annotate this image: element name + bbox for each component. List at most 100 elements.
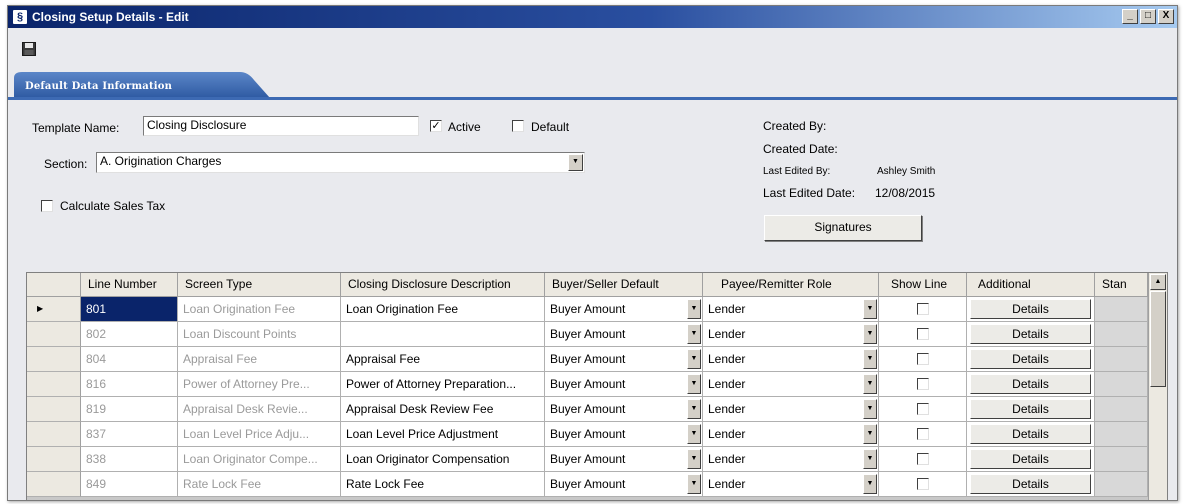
description-cell[interactable]: Appraisal Fee	[341, 347, 545, 372]
details-button[interactable]: Details	[970, 374, 1091, 394]
payee-remitter-select[interactable]: Lender ▼	[703, 322, 879, 347]
minimize-button[interactable]: _	[1122, 9, 1138, 24]
description-cell[interactable]: Loan Level Price Adjustment	[341, 422, 545, 447]
column-header-description[interactable]: Closing Disclosure Description	[341, 273, 545, 297]
standard-cell[interactable]	[1095, 322, 1148, 347]
column-header-additional[interactable]: Additional	[967, 273, 1095, 297]
buyer-seller-select[interactable]: Buyer Amount ▼	[545, 322, 703, 347]
triangle-down-icon[interactable]: ▼	[863, 299, 877, 319]
tab-default-data-information[interactable]: Default Data Information	[25, 81, 172, 92]
screen-type-cell[interactable]: Loan Originator Compe...	[178, 447, 341, 472]
standard-cell[interactable]	[1095, 297, 1148, 322]
line-number-cell[interactable]: 804	[81, 347, 178, 372]
column-header-screen-type[interactable]: Screen Type	[178, 273, 341, 297]
buyer-seller-select[interactable]: Buyer Amount ▼	[545, 422, 703, 447]
buyer-seller-select[interactable]: Buyer Amount ▼	[545, 447, 703, 472]
payee-remitter-select[interactable]: Lender ▼	[703, 447, 879, 472]
default-checkbox[interactable]	[512, 120, 524, 132]
column-header-payee-remitter-role[interactable]: Payee/Remitter Role	[703, 273, 879, 297]
vertical-scrollbar[interactable]: ▲	[1148, 273, 1167, 500]
column-header-buyer-seller-default[interactable]: Buyer/Seller Default	[545, 273, 703, 297]
triangle-down-icon[interactable]: ▼	[863, 474, 877, 494]
floppy-disk-icon[interactable]	[22, 42, 36, 56]
payee-remitter-select[interactable]: Lender ▼	[703, 372, 879, 397]
payee-remitter-select[interactable]: Lender ▼	[703, 422, 879, 447]
screen-type-cell[interactable]: Loan Level Price Adju...	[178, 422, 341, 447]
triangle-down-icon[interactable]: ▼	[568, 154, 583, 171]
signatures-button[interactable]: Signatures	[764, 215, 922, 241]
buyer-seller-select[interactable]: Buyer Amount ▼	[545, 372, 703, 397]
description-cell[interactable]: Loan Originator Compensation	[341, 447, 545, 472]
line-number-cell[interactable]: 802	[81, 322, 178, 347]
standard-cell[interactable]	[1095, 397, 1148, 422]
buyer-seller-select[interactable]: Buyer Amount ▼	[545, 347, 703, 372]
row-selector[interactable]	[27, 397, 81, 422]
show-line-checkbox[interactable]	[916, 353, 929, 365]
triangle-down-icon[interactable]: ▼	[687, 349, 701, 369]
buyer-seller-select[interactable]: Buyer Amount ▼	[545, 397, 703, 422]
line-number-cell[interactable]: 837	[81, 422, 178, 447]
line-number-cell[interactable]: 838	[81, 447, 178, 472]
show-line-checkbox[interactable]	[916, 378, 929, 390]
line-number-cell[interactable]: 801	[81, 297, 178, 322]
details-button[interactable]: Details	[970, 299, 1091, 319]
triangle-down-icon[interactable]: ▼	[863, 324, 877, 344]
description-cell[interactable]: Power of Attorney Preparation...	[341, 372, 545, 397]
line-number-cell[interactable]: 819	[81, 397, 178, 422]
app-icon[interactable]: §	[12, 9, 28, 25]
triangle-down-icon[interactable]: ▼	[863, 424, 877, 444]
row-selector[interactable]	[27, 372, 81, 397]
standard-cell[interactable]	[1095, 372, 1148, 397]
show-line-checkbox[interactable]	[916, 428, 929, 440]
details-button[interactable]: Details	[970, 449, 1091, 469]
template-name-input[interactable]: Closing Disclosure	[143, 116, 419, 136]
show-line-checkbox[interactable]	[916, 453, 929, 465]
triangle-down-icon[interactable]: ▼	[863, 374, 877, 394]
description-cell[interactable]: Loan Origination Fee	[341, 297, 545, 322]
row-selector[interactable]	[27, 447, 81, 472]
row-selector[interactable]	[27, 422, 81, 447]
description-cell[interactable]: Appraisal Desk Review Fee	[341, 397, 545, 422]
title-bar[interactable]: § Closing Setup Details - Edit _ □ X	[8, 6, 1177, 28]
payee-remitter-select[interactable]: Lender ▼	[703, 472, 879, 497]
details-button[interactable]: Details	[970, 349, 1091, 369]
standard-cell[interactable]	[1095, 347, 1148, 372]
triangle-down-icon[interactable]: ▼	[687, 324, 701, 344]
screen-type-cell[interactable]: Loan Origination Fee	[178, 297, 341, 322]
screen-type-cell[interactable]: Appraisal Fee	[178, 347, 341, 372]
active-checkbox[interactable]: ✓	[430, 120, 442, 132]
triangle-down-icon[interactable]: ▼	[687, 424, 701, 444]
buyer-seller-select[interactable]: Buyer Amount ▼	[545, 472, 703, 497]
standard-cell[interactable]	[1095, 472, 1148, 497]
row-selector[interactable]	[27, 472, 81, 497]
screen-type-cell[interactable]: Rate Lock Fee	[178, 472, 341, 497]
maximize-button[interactable]: □	[1140, 9, 1156, 24]
screen-type-cell[interactable]: Power of Attorney Pre...	[178, 372, 341, 397]
triangle-down-icon[interactable]: ▼	[863, 449, 877, 469]
close-button[interactable]: X	[1158, 9, 1174, 24]
details-button[interactable]: Details	[970, 424, 1091, 444]
triangle-down-icon[interactable]: ▼	[687, 374, 701, 394]
column-header-show-line[interactable]: Show Line	[879, 273, 967, 297]
show-line-checkbox[interactable]	[916, 478, 929, 490]
row-selector[interactable]: ▶	[27, 297, 81, 322]
triangle-up-icon[interactable]: ▲	[1150, 274, 1166, 290]
screen-type-cell[interactable]: Loan Discount Points	[178, 322, 341, 347]
column-header-standard[interactable]: Stan	[1095, 273, 1148, 297]
show-line-checkbox[interactable]	[916, 328, 929, 340]
triangle-down-icon[interactable]: ▼	[687, 449, 701, 469]
screen-type-cell[interactable]: Appraisal Desk Revie...	[178, 397, 341, 422]
show-line-checkbox[interactable]	[916, 303, 929, 315]
payee-remitter-select[interactable]: Lender ▼	[703, 397, 879, 422]
line-number-cell[interactable]: 816	[81, 372, 178, 397]
details-button[interactable]: Details	[970, 324, 1091, 344]
triangle-down-icon[interactable]: ▼	[687, 399, 701, 419]
section-select[interactable]: A. Origination Charges ▼	[96, 152, 585, 173]
scrollbar-thumb[interactable]	[1150, 291, 1166, 387]
buyer-seller-select[interactable]: Buyer Amount ▼	[545, 297, 703, 322]
line-number-cell[interactable]: 849	[81, 472, 178, 497]
row-selector[interactable]	[27, 347, 81, 372]
calculate-sales-tax-checkbox[interactable]	[41, 200, 53, 212]
description-cell[interactable]: Rate Lock Fee	[341, 472, 545, 497]
triangle-down-icon[interactable]: ▼	[863, 399, 877, 419]
